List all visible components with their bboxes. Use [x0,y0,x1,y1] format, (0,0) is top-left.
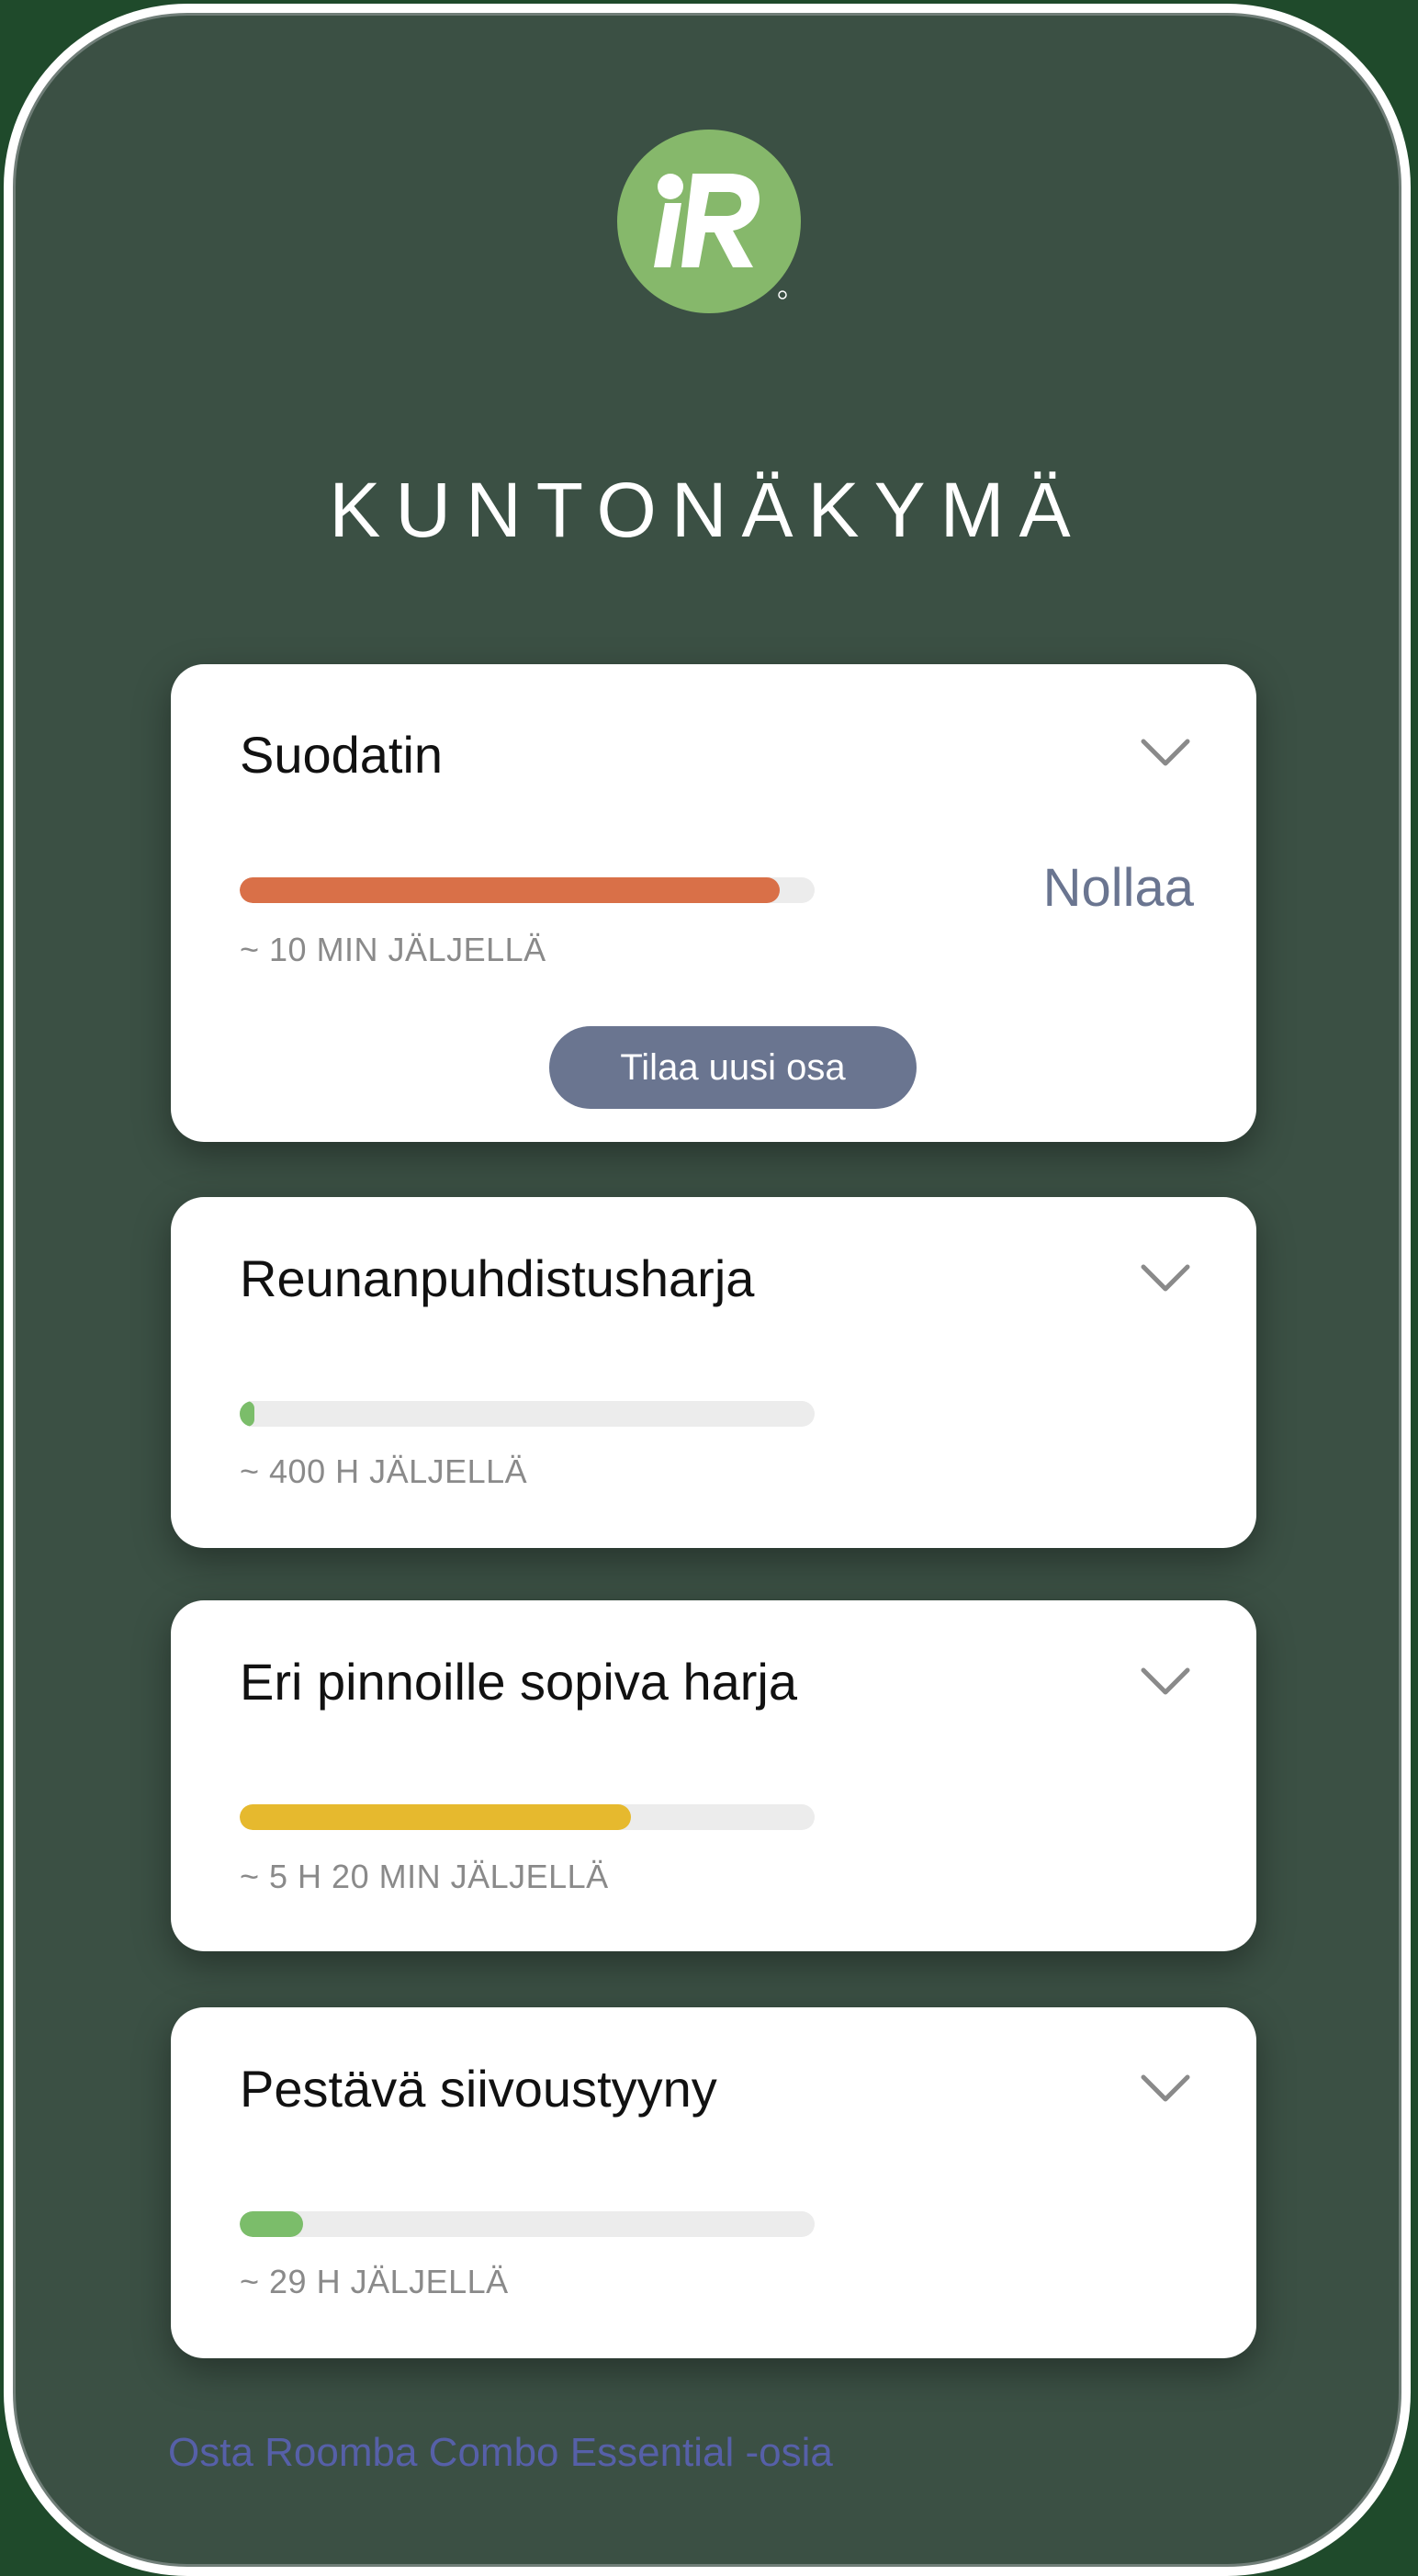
part-card-filter[interactable]: Suodatin Nollaa ~ 10 MIN JÄLJELLÄ Tilaa … [171,664,1256,1142]
order-new-part-button[interactable]: Tilaa uusi osa [549,1026,917,1109]
card-title: Pestävä siivoustyyny [240,2060,717,2118]
remaining-time: ~ 10 MIN JÄLJELLÄ [240,931,546,968]
chevron-down-icon[interactable] [1140,738,1191,769]
progress-fill [240,2211,303,2237]
app-screen: KUNTONÄKYMÄ Suodatin Nollaa ~ 10 MIN JÄL… [13,13,1401,2567]
progress-fill [240,877,781,903]
progress-fill [240,1401,254,1427]
page-title: KUNTONÄKYMÄ [329,467,1086,553]
remaining-time: ~ 400 H JÄLJELLÄ [240,1452,528,1490]
irobot-logo-icon [617,130,801,313]
card-title: Reunanpuhdistusharja [240,1249,755,1307]
chevron-down-icon[interactable] [1140,2073,1191,2105]
progress-bar [240,1804,815,1830]
progress-bar [240,877,815,903]
remaining-time: ~ 5 H 20 MIN JÄLJELLÄ [240,1858,609,1895]
part-card-washable-pad[interactable]: Pestävä siivoustyyny ~ 29 H JÄLJELLÄ [171,2007,1256,2358]
progress-fill [240,1804,631,1830]
part-card-multi-surface-brush[interactable]: Eri pinnoille sopiva harja ~ 5 H 20 MIN … [171,1600,1256,1951]
card-title: Suodatin [240,726,444,784]
device-frame: KUNTONÄKYMÄ Suodatin Nollaa ~ 10 MIN JÄL… [4,4,1411,2576]
reset-button[interactable]: Nollaa [1043,857,1194,919]
card-title: Eri pinnoille sopiva harja [240,1653,798,1711]
progress-bar [240,1401,815,1427]
chevron-down-icon[interactable] [1140,1263,1191,1294]
remaining-time: ~ 29 H JÄLJELLÄ [240,2263,509,2300]
chevron-down-icon[interactable] [1140,1666,1191,1698]
progress-bar [240,2211,815,2237]
part-card-edge-brush[interactable]: Reunanpuhdistusharja ~ 400 H JÄLJELLÄ [171,1197,1256,1548]
buy-parts-link[interactable]: Osta Roomba Combo Essential -osia [168,2430,833,2476]
